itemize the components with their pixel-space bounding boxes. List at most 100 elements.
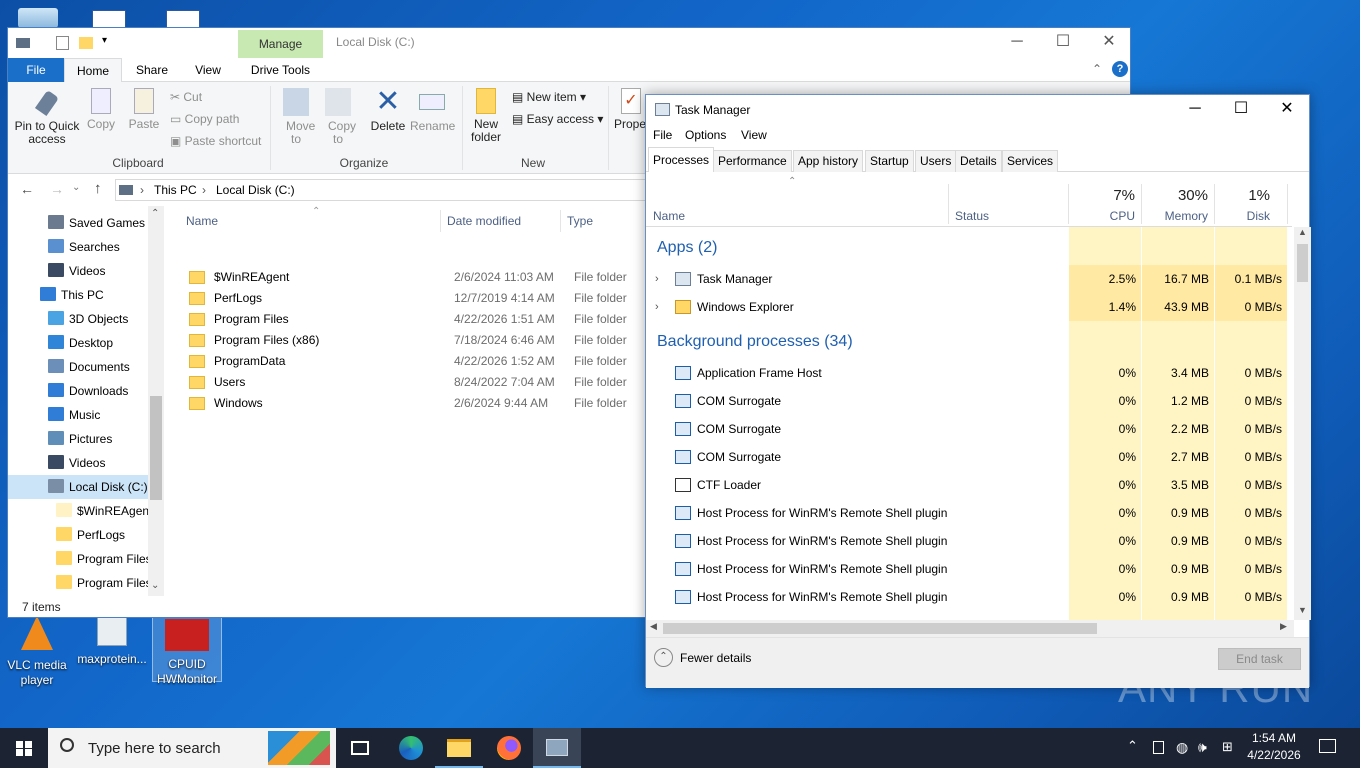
nav-item[interactable]: Documents <box>8 355 148 379</box>
scroll-up-icon[interactable]: ▲ <box>1298 227 1307 237</box>
minimize-button[interactable]: ─ <box>1172 95 1218 125</box>
tab-processes[interactable]: Processes <box>648 147 715 173</box>
tab-app-history[interactable]: App history <box>793 150 864 172</box>
vertical-scrollbar[interactable]: ▲ ▼ <box>1294 227 1311 620</box>
up-arrow-icon[interactable]: ↑ <box>94 180 102 197</box>
menu-options[interactable]: Options <box>685 128 726 142</box>
breadcrumb-this-pc[interactable]: This PC <box>154 183 197 197</box>
paste-button[interactable]: Paste <box>126 88 162 131</box>
fewer-details-icon[interactable]: ⌃ <box>654 648 673 667</box>
process-row[interactable]: COM Surrogate 0% 2.2 MB 0 MB/s <box>646 415 1292 443</box>
desktop-icon-hwmonitor[interactable]: CPUID HWMonitor <box>152 616 222 686</box>
process-row[interactable]: › Windows Explorer 1.4% 43.9 MB 0 MB/s <box>646 293 1292 321</box>
desktop-icon-maxprotein[interactable]: maxprotein... <box>77 616 147 667</box>
menu-file[interactable]: File <box>653 128 672 142</box>
tab-file[interactable]: File <box>8 58 64 82</box>
recent-locations-icon[interactable]: ⌄ <box>72 182 80 193</box>
document-icon[interactable] <box>166 10 200 28</box>
end-task-button[interactable]: End task <box>1218 648 1301 670</box>
scroll-down-icon[interactable]: ▼ <box>1298 605 1307 615</box>
cut-button[interactable]: ✂ Cut <box>170 90 202 104</box>
properties-check-icon[interactable] <box>56 36 69 50</box>
start-button[interactable] <box>0 728 48 768</box>
process-row[interactable]: Host Process for WinRM's Remote Shell pl… <box>646 499 1292 527</box>
scroll-thumb[interactable] <box>150 396 162 500</box>
column-header-disk[interactable]: Disk <box>1215 209 1270 223</box>
scroll-left-icon[interactable]: ◀ <box>650 621 657 632</box>
column-header-type[interactable]: Type <box>567 214 593 228</box>
volume-icon[interactable]: 🕪 <box>1198 739 1207 756</box>
notifications-icon[interactable] <box>1319 739 1336 753</box>
paste-shortcut-button[interactable]: ▣ Paste shortcut <box>170 134 261 148</box>
process-row[interactable]: Host Process for WinRM's Remote Shell pl… <box>646 555 1292 583</box>
copy-button[interactable]: Copy <box>86 88 116 131</box>
minimize-button[interactable]: ─ <box>994 28 1040 58</box>
tab-view[interactable]: View <box>184 58 232 82</box>
tab-users[interactable]: Users <box>915 150 957 172</box>
tab-drive-tools[interactable]: Drive Tools <box>238 58 323 82</box>
process-row[interactable]: COM Surrogate 0% 1.2 MB 0 MB/s <box>646 387 1292 415</box>
maximize-button[interactable]: ☐ <box>1218 95 1264 125</box>
nav-item[interactable]: Videos <box>8 259 148 283</box>
clock[interactable]: 1:54 AM 4/22/2026 <box>1240 730 1308 764</box>
copy-to-button[interactable]: Copy to <box>320 88 356 146</box>
nav-item[interactable]: Videos <box>8 451 148 475</box>
close-button[interactable]: ✕ <box>1264 95 1310 125</box>
chevron-down-icon[interactable]: ▾ <box>102 35 107 46</box>
show-hidden-icons-chevron[interactable]: ⌃ <box>1127 738 1138 754</box>
delete-button[interactable]: ✕ Delete <box>368 87 408 133</box>
easy-access-button[interactable]: ▤ Easy access ▾ <box>512 112 603 126</box>
nav-item[interactable]: Local Disk (C:) <box>8 475 148 499</box>
recycle-bin-icon[interactable] <box>18 8 58 28</box>
tab-startup[interactable]: Startup <box>865 150 914 172</box>
process-row[interactable]: Host Process for WinRM's Remote Shell pl… <box>646 527 1292 555</box>
nav-item[interactable]: Pictures <box>8 427 148 451</box>
column-header-status[interactable]: Status <box>955 209 989 223</box>
column-header-cpu[interactable]: CPU <box>1069 209 1135 223</box>
breadcrumb-local-disk[interactable]: Local Disk (C:) <box>216 183 295 197</box>
process-row[interactable]: CTF Loader 0% 3.5 MB 0 MB/s <box>646 471 1292 499</box>
nav-item[interactable]: 3D Objects <box>8 307 148 331</box>
copy-path-button[interactable]: ▭ Copy path <box>170 112 239 126</box>
task-manager-taskbar-button[interactable] <box>533 728 581 768</box>
help-icon[interactable]: ? <box>1112 61 1128 77</box>
new-folder-button[interactable]: New folder <box>466 88 506 144</box>
column-header-name[interactable]: Name <box>653 209 685 223</box>
nav-item[interactable]: Saved Games <box>8 211 148 235</box>
collapse-ribbon-icon[interactable]: ⌃ <box>1092 62 1102 76</box>
address-bar[interactable]: › This PC › Local Disk (C:) <box>115 179 675 201</box>
fewer-details-link[interactable]: Fewer details <box>680 651 751 665</box>
process-row[interactable]: › Task Manager 2.5% 16.7 MB 0.1 MB/s <box>646 265 1292 293</box>
nav-item[interactable]: Desktop <box>8 331 148 355</box>
column-header-memory[interactable]: Memory <box>1142 209 1208 223</box>
nav-item[interactable]: Program Files <box>8 547 148 571</box>
nav-scrollbar[interactable]: ⌃ ⌄ <box>148 206 164 596</box>
file-row[interactable]: Windows 2/6/2024 9:44 AM File folder <box>184 393 654 414</box>
edge-taskbar-button[interactable] <box>387 728 435 768</box>
back-arrow-icon[interactable]: ← <box>20 181 34 197</box>
nav-item[interactable]: $WinREAgent <box>8 499 148 523</box>
task-view-button[interactable] <box>336 728 384 768</box>
file-row[interactable]: Program Files (x86) 7/18/2024 6:46 AM File… <box>184 330 654 351</box>
file-row[interactable]: Program Files 4/22/2026 1:51 AM File folde… <box>184 309 654 330</box>
network-icon[interactable]: ◍ <box>1176 739 1188 756</box>
nav-item[interactable]: Downloads <box>8 379 148 403</box>
new-item-button[interactable]: ▤ New item ▾ <box>512 90 586 104</box>
file-row[interactable]: PerfLogs 12/7/2019 4:14 AM File folder <box>184 288 654 309</box>
forward-arrow-icon[interactable]: → <box>50 181 64 197</box>
scroll-down-icon[interactable]: ⌄ <box>151 580 159 591</box>
file-row[interactable]: $WinREAgent 2/6/2024 11:03 AM File folder <box>184 267 654 288</box>
tab-details[interactable]: Details <box>955 150 1002 172</box>
battery-icon[interactable] <box>1153 741 1164 754</box>
nav-item[interactable]: Searches <box>8 235 148 259</box>
new-folder-icon[interactable] <box>79 37 93 49</box>
tab-performance[interactable]: Performance <box>713 150 792 172</box>
menu-view[interactable]: View <box>741 128 767 142</box>
firefox-taskbar-button[interactable] <box>485 728 533 768</box>
column-header-name[interactable]: Name <box>186 214 218 228</box>
ime-indicator-icon[interactable]: ⊞ <box>1222 739 1233 755</box>
properties-button[interactable]: ✓ Propert <box>614 88 648 131</box>
expand-chevron-icon[interactable]: › <box>655 265 659 293</box>
process-row[interactable]: Application Frame Host 0% 3.4 MB 0 MB/s <box>646 359 1292 387</box>
process-row[interactable]: COM Surrogate 0% 2.7 MB 0 MB/s <box>646 443 1292 471</box>
